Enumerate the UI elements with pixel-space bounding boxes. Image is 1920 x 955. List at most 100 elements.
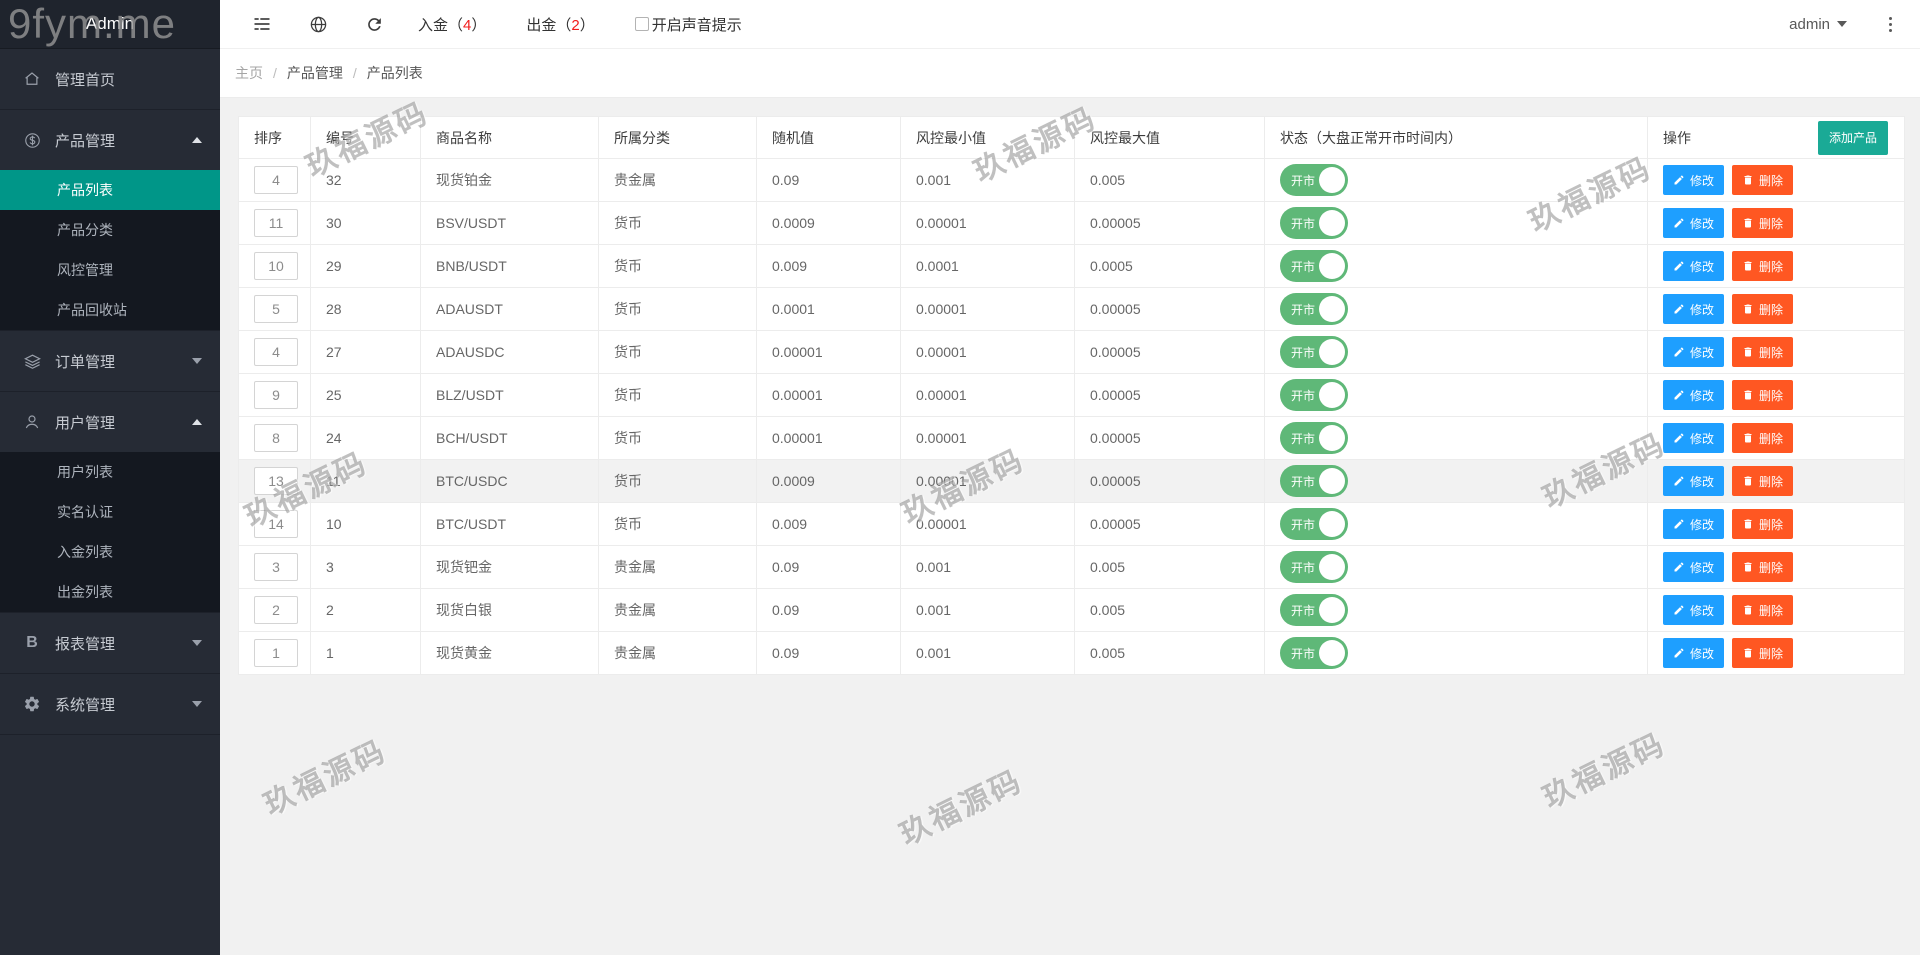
sort-input[interactable] — [254, 295, 298, 323]
edit-button[interactable]: 修改 — [1663, 423, 1725, 453]
delete-button[interactable]: 删除 — [1732, 595, 1794, 625]
sidebar-item-0[interactable]: 管理首页 — [0, 49, 220, 109]
sidebar-subitem[interactable]: 产品回收站 — [0, 290, 220, 330]
cell-id: 27 — [310, 330, 421, 374]
sort-input[interactable] — [254, 510, 298, 538]
sidebar-subitem-label: 产品回收站 — [57, 302, 127, 318]
edit-button[interactable]: 修改 — [1663, 294, 1725, 324]
sidebar-item-5[interactable]: 系统管理 — [0, 674, 220, 734]
status-toggle[interactable]: 开市 — [1280, 250, 1348, 282]
delete-button[interactable]: 删除 — [1732, 423, 1794, 453]
sidebar-subitem[interactable]: 产品分类 — [0, 210, 220, 250]
status-toggle[interactable]: 开市 — [1280, 594, 1348, 626]
status-toggle[interactable]: 开市 — [1280, 508, 1348, 540]
cell-random: 0.0009 — [756, 459, 901, 503]
status-toggle[interactable]: 开市 — [1280, 336, 1348, 368]
cell-id: 3 — [310, 545, 421, 589]
delete-button[interactable]: 删除 — [1732, 337, 1794, 367]
edit-button[interactable]: 修改 — [1663, 552, 1725, 582]
collapse-sidebar-icon[interactable] — [250, 12, 274, 36]
cell-name: BSV/USDT — [420, 201, 599, 245]
status-toggle[interactable]: 开市 — [1280, 293, 1348, 325]
sort-input[interactable] — [254, 381, 298, 409]
sidebar-subitem[interactable]: 实名认证 — [0, 492, 220, 532]
cell-sort — [238, 201, 311, 245]
breadcrumb-product-management[interactable]: 产品管理 — [287, 63, 343, 83]
sort-input[interactable] — [254, 467, 298, 495]
add-product-button[interactable]: 添加产品 — [1817, 120, 1888, 155]
sidebar-item-4[interactable]: B 报表管理 — [0, 613, 220, 673]
sidebar-subitem[interactable]: 入金列表 — [0, 532, 220, 572]
cell-risk-min: 0.001 — [900, 545, 1075, 589]
edit-button[interactable]: 修改 — [1663, 165, 1725, 195]
delete-button[interactable]: 删除 — [1732, 208, 1794, 238]
edit-button[interactable]: 修改 — [1663, 380, 1725, 410]
cell-random: 0.00001 — [756, 330, 901, 374]
status-toggle[interactable]: 开市 — [1280, 637, 1348, 669]
sidebar-subitem[interactable]: 产品列表 — [0, 170, 220, 210]
delete-button[interactable]: 删除 — [1732, 509, 1794, 539]
toggle-knob-icon — [1319, 597, 1345, 623]
table-row: 29BNB/USDT货币0.0090.00010.0005 开市 修改删除 — [238, 244, 1905, 288]
sidebar-item-2[interactable]: 订单管理 — [0, 331, 220, 391]
sort-input[interactable] — [254, 639, 298, 667]
delete-button[interactable]: 删除 — [1732, 165, 1794, 195]
sidebar-subitem[interactable]: 用户列表 — [0, 452, 220, 492]
deposit-link[interactable]: 入金（4） — [418, 14, 486, 35]
sidebar-subitem[interactable]: 出金列表 — [0, 572, 220, 612]
sort-input[interactable] — [254, 596, 298, 624]
delete-button[interactable]: 删除 — [1732, 552, 1794, 582]
sidebar-section: 管理首页 — [0, 49, 220, 110]
cell-actions: 修改 删除 — [1647, 158, 1905, 202]
sidebar-item-1[interactable]: 产品管理 — [0, 110, 220, 170]
paren-open: （ — [556, 16, 572, 34]
sound-alert-checkbox[interactable]: 开启声音提示 — [634, 14, 742, 35]
delete-button[interactable]: 删除 — [1732, 638, 1794, 668]
gear-icon — [22, 694, 42, 714]
delete-button[interactable]: 删除 — [1732, 294, 1794, 324]
edit-button[interactable]: 修改 — [1663, 251, 1725, 281]
delete-button[interactable]: 删除 — [1732, 251, 1794, 281]
edit-button[interactable]: 修改 — [1663, 466, 1725, 496]
delete-button[interactable]: 删除 — [1732, 466, 1794, 496]
sidebar-menu: 管理首页 产品管理 产品列表 产品分类 风控管理产品回收站订单管理 用户管理 用户列表 实名认… — [0, 49, 220, 735]
table-row: 30BSV/USDT货币0.00090.000010.00005 开市 修改删除 — [238, 201, 1905, 245]
status-toggle-label: 开市 — [1291, 173, 1316, 188]
sort-input[interactable] — [254, 424, 298, 452]
cell-status: 开市 — [1264, 201, 1648, 245]
checkbox-icon — [634, 17, 649, 31]
language-globe-icon[interactable] — [306, 12, 330, 36]
status-toggle[interactable]: 开市 — [1280, 422, 1348, 454]
refresh-icon[interactable] — [362, 12, 386, 36]
status-toggle[interactable]: 开市 — [1280, 207, 1348, 239]
sort-input[interactable] — [254, 209, 298, 237]
sort-input[interactable] — [254, 553, 298, 581]
sidebar-subitem[interactable]: 风控管理 — [0, 250, 220, 290]
breadcrumb-separator: / — [352, 65, 357, 81]
edit-button[interactable]: 修改 — [1663, 509, 1725, 539]
sort-input[interactable] — [254, 252, 298, 280]
status-toggle[interactable]: 开市 — [1280, 379, 1348, 411]
more-options-icon[interactable] — [1885, 13, 1896, 36]
breadcrumb-current: 产品列表 — [366, 65, 423, 81]
sort-input[interactable] — [254, 338, 298, 366]
cell-category: 货币 — [598, 330, 757, 374]
header-id: 编号 — [310, 116, 421, 159]
edit-button[interactable]: 修改 — [1663, 595, 1725, 625]
edit-button[interactable]: 修改 — [1663, 337, 1725, 367]
pencil-icon — [1674, 476, 1684, 486]
sort-input[interactable] — [254, 166, 298, 194]
status-toggle[interactable]: 开市 — [1280, 551, 1348, 583]
cell-id: 28 — [310, 287, 421, 331]
trash-icon — [1744, 390, 1752, 400]
edit-button[interactable]: 修改 — [1663, 638, 1725, 668]
breadcrumb-home[interactable]: 主页 — [235, 63, 263, 83]
withdraw-link[interactable]: 出金（2） — [526, 14, 594, 35]
paren-close: ） — [471, 16, 487, 34]
status-toggle[interactable]: 开市 — [1280, 465, 1348, 497]
sidebar-item-3[interactable]: 用户管理 — [0, 392, 220, 452]
status-toggle[interactable]: 开市 — [1280, 164, 1348, 196]
edit-button[interactable]: 修改 — [1663, 208, 1725, 238]
user-menu[interactable]: admin — [1789, 16, 1847, 33]
delete-button[interactable]: 删除 — [1732, 380, 1794, 410]
